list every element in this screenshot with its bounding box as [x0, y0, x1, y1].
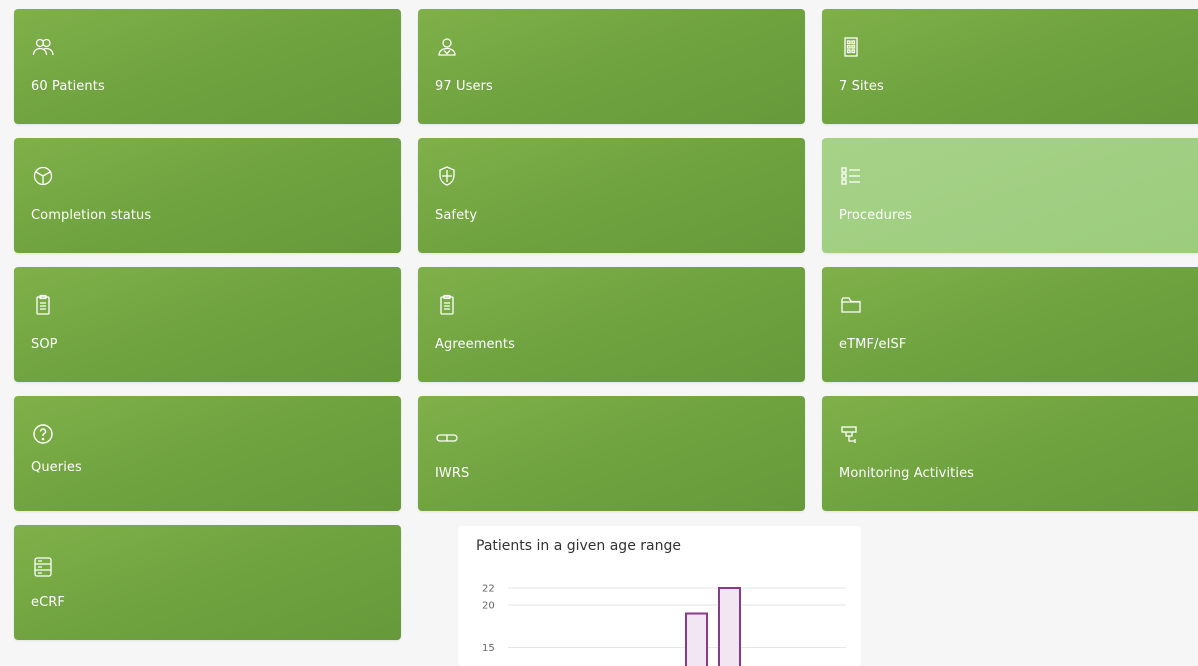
- y-tick-label: 22: [482, 584, 495, 595]
- tile-queries[interactable]: Queries: [14, 396, 401, 511]
- tile-sites[interactable]: 7 Sites: [822, 9, 1198, 124]
- y-tick-label: 15: [482, 643, 495, 654]
- chart-bar[interactable]: [686, 614, 707, 666]
- tile-agreements[interactable]: Agreements: [418, 267, 805, 382]
- age-range-chart-card: Patients in a given age range 152022: [458, 526, 861, 666]
- clipboard-icon: [435, 293, 459, 317]
- pill-icon: [435, 426, 459, 450]
- tile-label: 97 Users: [435, 79, 493, 94]
- tile-sop[interactable]: SOP: [14, 267, 401, 382]
- folder-icon: [839, 293, 863, 317]
- tile-completion-status[interactable]: Completion status: [14, 138, 401, 253]
- monitoring-camera-icon: [839, 422, 863, 446]
- patients-icon: [31, 35, 55, 59]
- tile-procedures[interactable]: Procedures: [822, 138, 1198, 253]
- tile-label: 7 Sites: [839, 79, 884, 94]
- server-icon: [31, 555, 55, 579]
- tile-label: eTMF/eISF: [839, 337, 906, 352]
- pie-chart-icon: [31, 164, 55, 188]
- tile-label: Monitoring Activities: [839, 466, 974, 481]
- y-tick-label: 20: [482, 601, 495, 612]
- clipboard-icon: [31, 293, 55, 317]
- age-range-chart: 15 20 22: [458, 526, 861, 666]
- building-icon: [839, 35, 863, 59]
- tile-label: SOP: [31, 337, 58, 352]
- question-icon: [31, 422, 55, 446]
- tile-etmf-eisf[interactable]: eTMF/eISF: [822, 267, 1198, 382]
- tile-label: Safety: [435, 208, 477, 223]
- tile-ecrf[interactable]: eCRF: [14, 525, 401, 640]
- tile-label: Queries: [31, 460, 82, 475]
- tile-monitoring-activities[interactable]: Monitoring Activities: [822, 396, 1198, 511]
- tile-label: Procedures: [839, 208, 912, 223]
- tile-label: 60 Patients: [31, 79, 105, 94]
- shield-icon: [435, 164, 459, 188]
- tile-users[interactable]: 97 Users: [418, 9, 805, 124]
- tile-patients[interactable]: 60 Patients: [14, 9, 401, 124]
- tile-label: Agreements: [435, 337, 515, 352]
- tile-label: Completion status: [31, 208, 151, 223]
- checklist-icon: [839, 164, 863, 188]
- tile-safety[interactable]: Safety: [418, 138, 805, 253]
- tile-label: eCRF: [31, 595, 65, 610]
- chart-bar[interactable]: [719, 588, 740, 666]
- tile-iwrs[interactable]: IWRS: [418, 396, 805, 511]
- tile-label: IWRS: [435, 466, 469, 481]
- user-icon: [435, 35, 459, 59]
